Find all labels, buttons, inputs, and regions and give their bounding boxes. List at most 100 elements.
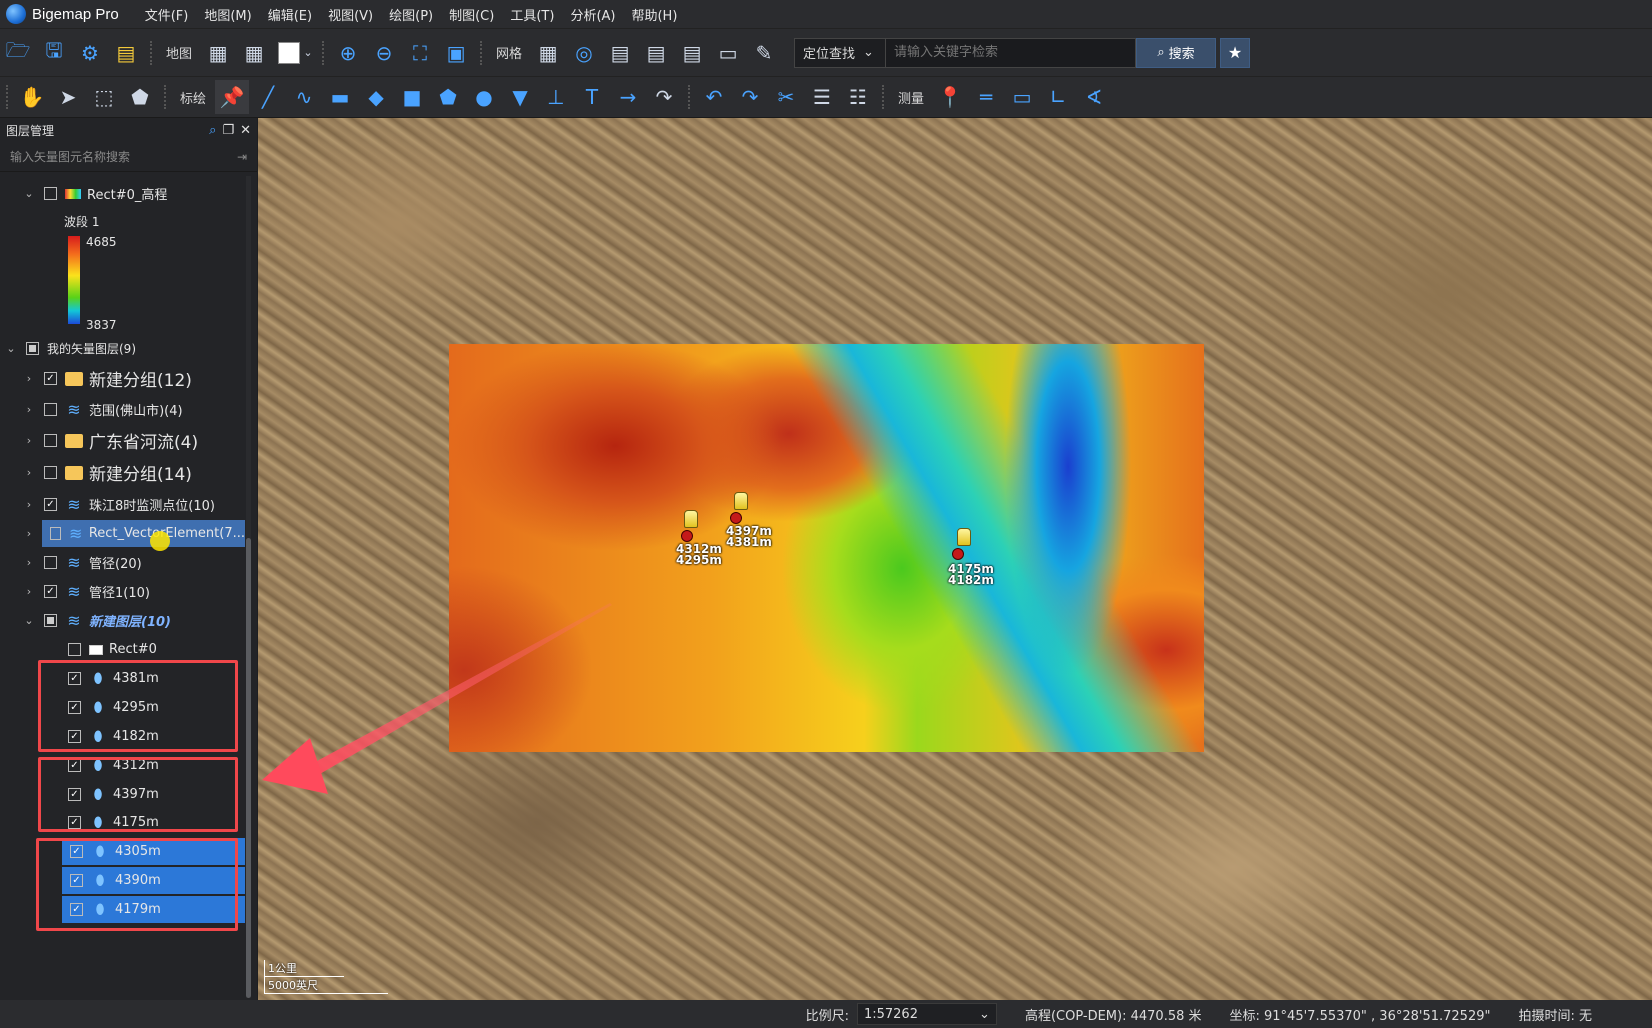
eraser-icon[interactable]: ◆: [359, 80, 393, 114]
arrow-icon[interactable]: →: [611, 80, 645, 114]
save-icon[interactable]: 🖫: [37, 36, 71, 70]
layer-checkbox[interactable]: [44, 187, 57, 200]
point-icon[interactable]: [730, 512, 742, 524]
chevron-down-icon[interactable]: ⌄: [22, 614, 36, 627]
hook-arrow-icon[interactable]: ↷: [647, 80, 681, 114]
rectangle-icon[interactable]: ▬: [323, 80, 357, 114]
layer-checkbox[interactable]: [44, 614, 57, 627]
pushpin-icon[interactable]: [957, 528, 971, 546]
layer-checkbox[interactable]: [44, 403, 57, 416]
layer-row[interactable]: › ≋ 管径(20): [0, 549, 245, 576]
nm-grid-icon[interactable]: ▤: [639, 36, 673, 70]
chevron-right-icon[interactable]: ›: [22, 403, 36, 416]
image-icon[interactable]: ▤: [109, 36, 143, 70]
redo-icon[interactable]: ↷: [733, 80, 767, 114]
copy-table-icon[interactable]: ☷: [841, 80, 875, 114]
layer-group-row[interactable]: › 新建分组(14): [0, 459, 245, 486]
measure-point-icon[interactable]: 📍: [933, 80, 967, 114]
open-folder-icon[interactable]: 🗁: [1, 36, 35, 70]
menu-edit[interactable]: 编辑(E): [260, 5, 320, 24]
close-icon[interactable]: ✕: [240, 123, 251, 138]
collapse-panel-icon[interactable]: ⇥: [237, 150, 247, 164]
pan-hand-icon[interactable]: ✋: [15, 80, 49, 114]
grid-icon[interactable]: ▦: [531, 36, 565, 70]
point-icon[interactable]: [681, 530, 693, 542]
curve-line-icon[interactable]: ∿: [287, 80, 321, 114]
full-extent-icon[interactable]: ▣: [439, 36, 473, 70]
map-canvas[interactable]: 4312m 4295m 4397m 4381m 4175m 4182m 1公里 …: [258, 118, 1652, 1000]
chevron-right-icon[interactable]: ›: [22, 372, 36, 385]
layer-checkbox[interactable]: [44, 556, 57, 569]
pushpin-icon[interactable]: [734, 492, 748, 510]
chevron-right-icon[interactable]: ›: [22, 434, 36, 447]
folder-grid-icon[interactable]: ▭: [711, 36, 745, 70]
search-button[interactable]: ⌕ 搜索: [1136, 37, 1217, 68]
search-input[interactable]: [886, 37, 1137, 68]
pentagon-icon[interactable]: ⬟: [431, 80, 465, 114]
lng-grid-icon[interactable]: ◎: [567, 36, 601, 70]
clear-brush-icon[interactable]: ✎: [747, 36, 781, 70]
layer-checkbox[interactable]: ✓: [44, 585, 57, 598]
menu-analysis[interactable]: 分析(A): [562, 5, 623, 24]
zoom-extent-icon[interactable]: ⛶: [403, 36, 437, 70]
layer-row[interactable]: › ✓ ≋ 管径1(10): [0, 578, 245, 605]
chevron-right-icon[interactable]: ›: [0, 520, 40, 547]
chevron-right-icon[interactable]: ›: [22, 556, 36, 569]
map-color-swatch[interactable]: [278, 41, 301, 64]
pushpin-icon[interactable]: [684, 510, 698, 528]
chevron-right-icon[interactable]: ›: [22, 466, 36, 479]
layer-checkbox[interactable]: [44, 466, 57, 479]
chevron-down-icon[interactable]: ⌄: [22, 187, 36, 200]
favorite-star-icon[interactable]: ★: [1220, 37, 1251, 68]
layer-checkbox[interactable]: [50, 527, 61, 540]
layer-row[interactable]: › ≋ 范围(佛山市)(4): [0, 396, 245, 423]
menu-help[interactable]: 帮助(H): [623, 5, 685, 24]
chevron-down-icon[interactable]: ⌄: [301, 36, 315, 70]
settings-gear-icon[interactable]: ⚙: [73, 36, 107, 70]
chevron-right-icon[interactable]: ›: [22, 585, 36, 598]
box-select-icon[interactable]: ⬚: [87, 80, 121, 114]
zoom-out-icon[interactable]: ⊖: [367, 36, 401, 70]
pin-marker-icon[interactable]: 📌: [215, 80, 250, 114]
mgrs-grid-icon[interactable]: ▤: [675, 36, 709, 70]
circle-icon[interactable]: ●: [467, 80, 501, 114]
search-icon[interactable]: ⌕: [209, 123, 216, 138]
measure-area-icon[interactable]: ▭: [1005, 80, 1039, 114]
menu-tools[interactable]: 工具(T): [502, 5, 562, 24]
feature-row[interactable]: Rect#0: [0, 636, 245, 663]
menu-cartography[interactable]: 制图(C): [441, 5, 502, 24]
measure-line-icon[interactable]: ⊥: [539, 80, 573, 114]
point-icon[interactable]: [952, 548, 964, 560]
menu-map[interactable]: 地图(M): [196, 5, 259, 24]
scrollbar-thumb[interactable]: [246, 538, 251, 998]
select-arrow-icon[interactable]: ➤: [51, 80, 85, 114]
layer-row-editing[interactable]: ⌄ ≋ 新建图层(10): [0, 607, 245, 634]
search-mode-select[interactable]: 定位查找 ⌄: [794, 37, 887, 68]
polygon-select-icon[interactable]: ⬟: [123, 80, 157, 114]
layer-raster-row[interactable]: ⌄ Rect#0_高程: [0, 180, 245, 207]
layer-row[interactable]: › ✓ ≋ 珠江8时监测点位(10): [0, 491, 245, 518]
sector-icon[interactable]: ▼: [503, 80, 537, 114]
measure-angle-icon[interactable]: ∟: [1041, 80, 1075, 114]
chevron-right-icon[interactable]: ›: [22, 498, 36, 511]
feature-checkbox[interactable]: [68, 643, 81, 656]
menu-file[interactable]: 文件(F): [137, 5, 197, 24]
undo-icon[interactable]: ↶: [697, 80, 731, 114]
layer-group-row[interactable]: › ✓ 新建分组(12): [0, 365, 245, 392]
layer-checkbox[interactable]: [26, 342, 39, 355]
vector-root-row[interactable]: ⌄ 我的矢量图层(9): [0, 335, 245, 362]
layer-checkbox[interactable]: [44, 434, 57, 447]
measure-azimuth-icon[interactable]: ∢: [1077, 80, 1111, 114]
zoom-in-icon[interactable]: ⊕: [331, 36, 365, 70]
layer-row-selected[interactable]: ≋ Rect_VectorElement(7...: [42, 520, 245, 547]
scale-select[interactable]: 1:57262 ⌄: [856, 1003, 997, 1025]
layer-checkbox[interactable]: ✓: [44, 498, 57, 511]
menu-view[interactable]: 视图(V): [320, 5, 381, 24]
measure-distance-icon[interactable]: ═: [969, 80, 1003, 114]
satellite-map-icon[interactable]: ▦: [201, 36, 235, 70]
layer-checkbox[interactable]: ✓: [44, 372, 57, 385]
chevron-down-icon[interactable]: ⌄: [4, 342, 18, 355]
night-map-icon[interactable]: ▦: [237, 36, 271, 70]
square-icon[interactable]: ■: [395, 80, 429, 114]
layer-group-row[interactable]: › 广东省河流(4): [0, 427, 245, 454]
